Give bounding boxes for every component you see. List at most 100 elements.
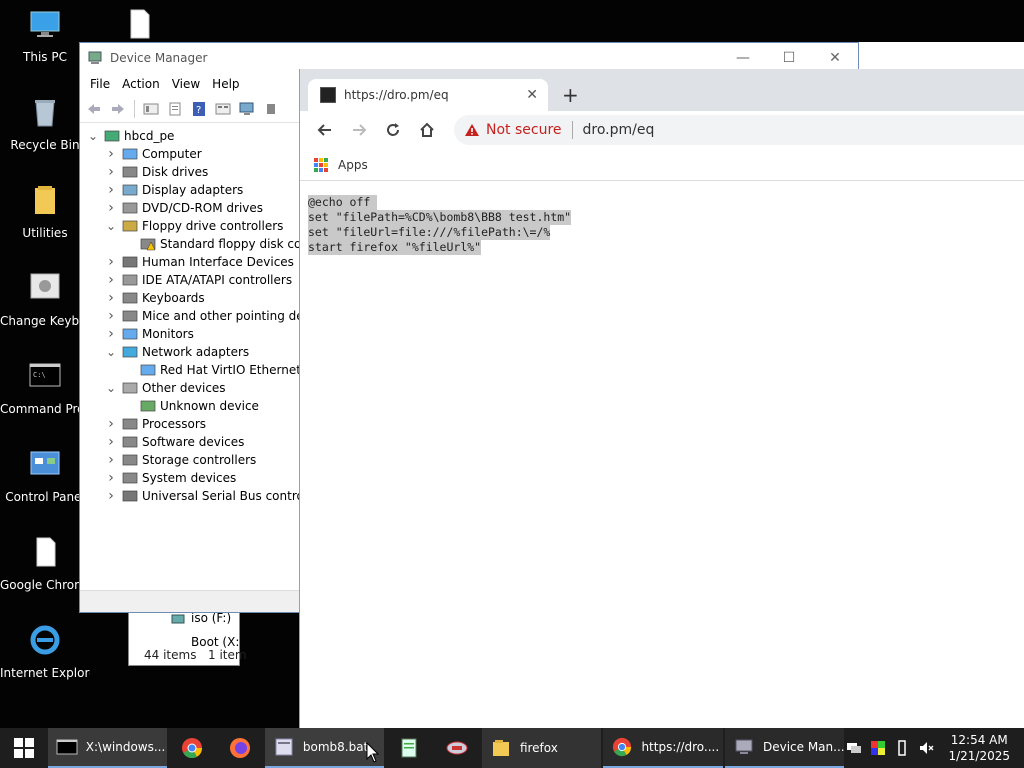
back-button[interactable] (84, 99, 104, 119)
chevron-right-icon[interactable]: › (104, 452, 118, 468)
taskbar-item-device-manager[interactable]: Device Man... (724, 728, 845, 768)
desktop-icon-internet-explorer[interactable]: Internet Explorer (0, 622, 90, 681)
chevron-right-icon[interactable]: › (104, 470, 118, 486)
help-button[interactable]: ? (189, 99, 209, 119)
taskbar-item-label: https://dro.... (641, 740, 720, 754)
view-button[interactable] (213, 99, 233, 119)
apps-grid-icon (314, 157, 328, 172)
arrow-right-icon (112, 103, 124, 114)
tree-item[interactable]: ⌄ Other devices (104, 379, 226, 397)
tree-item[interactable]: › System devices (104, 469, 236, 487)
menu-action[interactable]: Action (116, 77, 166, 91)
chevron-down-icon[interactable]: ⌄ (104, 219, 118, 233)
desktop-icon-utilities[interactable]: Utilities (0, 182, 90, 241)
tree-item[interactable]: › IDE ATA/ATAPI controllers (104, 271, 292, 289)
menu-file[interactable]: File (84, 77, 116, 91)
browser-tab[interactable]: https://dro.pm/eq ✕ (308, 79, 548, 111)
tree-item[interactable]: › Monitors (104, 325, 194, 343)
system-clock[interactable]: 12:54 AM 1/21/2025 (942, 732, 1016, 764)
tree-item[interactable]: › Disk drives (104, 163, 208, 181)
tab-close-icon[interactable]: ✕ (526, 87, 538, 103)
desktop-icon-google-chrome[interactable]: Google Chrome (0, 534, 90, 593)
desktop-icon-this-pc[interactable]: This PC (0, 6, 90, 65)
chrome-window[interactable]: https://dro.pm/eq ✕ + Not secure dro.pm/… (299, 69, 1024, 728)
taskbar-item-chrome-window[interactable]: https://dro.... (603, 728, 723, 768)
tree-item[interactable]: › Universal Serial Bus controllers (104, 487, 300, 505)
menu-view[interactable]: View (166, 77, 206, 91)
address-bar[interactable]: Not secure dro.pm/eq (454, 115, 1024, 145)
chevron-right-icon[interactable]: › (104, 326, 118, 342)
taskbar-pin-notepad[interactable] (386, 728, 432, 768)
back-button[interactable] (310, 115, 340, 145)
navigation-bar: Not secure dro.pm/eq (300, 111, 1024, 149)
arrow-left-icon (88, 103, 100, 114)
taskbar-pin-tool[interactable] (434, 728, 480, 768)
color-tool-icon[interactable] (870, 740, 886, 756)
taskbar-item-firefox-folder[interactable]: firefox (481, 728, 602, 768)
desktop-icon-control-panel[interactable]: Control Panel (0, 446, 90, 505)
tree-item[interactable]: › Display adapters (104, 181, 243, 199)
tree-item[interactable]: › Computer (104, 145, 201, 163)
tree-item[interactable]: › DVD/CD-ROM drives (104, 199, 263, 217)
taskbar-pin-chrome[interactable] (169, 728, 215, 768)
tree-item[interactable]: Standard floppy disk controller (122, 235, 300, 253)
chevron-down-icon[interactable]: ⌄ (104, 345, 118, 359)
desktop-icon-command-prompt[interactable]: C:\ Command Prompt (0, 358, 90, 417)
forward-button[interactable] (108, 99, 128, 119)
network-icon[interactable] (846, 740, 862, 756)
taskbar-pin-firefox[interactable] (217, 728, 263, 768)
scan-hardware-button[interactable] (237, 99, 257, 119)
show-hide-tree-button[interactable] (141, 99, 161, 119)
tree-item[interactable]: Red Hat VirtIO Ethernet Adapter (122, 361, 300, 379)
tree-item[interactable]: › Processors (104, 415, 206, 433)
start-button[interactable] (0, 728, 48, 768)
chevron-right-icon[interactable]: › (104, 164, 118, 180)
tree-item-label: System devices (142, 471, 237, 485)
desktop-icon-recycle-bin[interactable]: Recycle Bin (0, 94, 90, 153)
chevron-right-icon[interactable]: › (104, 488, 118, 504)
bookmark-apps[interactable]: Apps (338, 158, 368, 172)
chevron-right-icon[interactable]: › (104, 182, 118, 198)
properties-button[interactable] (165, 99, 185, 119)
tree-item[interactable]: › Keyboards (104, 289, 204, 307)
security-status[interactable]: Not secure (486, 122, 562, 138)
tree-item[interactable]: › Storage controllers (104, 451, 256, 469)
tree-item[interactable]: › Software devices (104, 433, 244, 451)
system-tray: 12:54 AM 1/21/2025 (846, 728, 1024, 768)
update-driver-button[interactable] (261, 99, 281, 119)
chevron-right-icon[interactable]: › (104, 272, 118, 288)
tree-item[interactable]: ⌄ Floppy drive controllers (104, 217, 283, 235)
device-category-icon (122, 184, 138, 196)
menu-help[interactable]: Help (206, 77, 245, 91)
taskbar-item-cmd[interactable]: X:\windows... (47, 728, 168, 768)
forward-button[interactable] (344, 115, 374, 145)
tree-item[interactable]: › Mice and other pointing devices (104, 307, 300, 325)
chevron-right-icon[interactable]: › (104, 254, 118, 270)
chevron-right-icon[interactable]: › (104, 308, 118, 324)
chevron-right-icon[interactable]: › (104, 290, 118, 306)
desktop-icon-change-keyboard[interactable]: Change Keyboard Layout (0, 270, 90, 329)
chevron-right-icon[interactable]: › (104, 434, 118, 450)
chevron-right-icon[interactable]: › (104, 200, 118, 216)
reload-button[interactable] (378, 115, 408, 145)
tree-item[interactable]: ⌄ hbcd_pe (86, 127, 174, 145)
tree-item[interactable]: Unknown device (122, 397, 259, 415)
chevron-right-icon[interactable]: › (104, 416, 118, 432)
chevron-down-icon[interactable]: ⌄ (86, 129, 100, 143)
device-manager-icon (88, 51, 102, 64)
desktop-icon-label: Internet Explorer (0, 666, 90, 680)
desktop-icon-label: Recycle Bin (10, 138, 80, 152)
tree-item[interactable]: › Human Interface Devices (104, 253, 294, 271)
chevron-right-icon[interactable]: › (104, 146, 118, 162)
home-button[interactable] (412, 115, 442, 145)
drive-icon (171, 614, 185, 624)
usb-drive-icon[interactable] (894, 740, 910, 756)
tree-item-label: Monitors (142, 327, 194, 341)
code-line: set "fileUrl=file:///%filePath:\=/% (308, 225, 551, 240)
tree-item[interactable]: ⌄ Network adapters (104, 343, 249, 361)
new-tab-button[interactable]: + (562, 83, 579, 107)
device-category-icon (122, 220, 138, 232)
warning-icon (465, 124, 479, 136)
volume-muted-icon[interactable] (918, 740, 934, 756)
chevron-down-icon[interactable]: ⌄ (104, 381, 118, 395)
